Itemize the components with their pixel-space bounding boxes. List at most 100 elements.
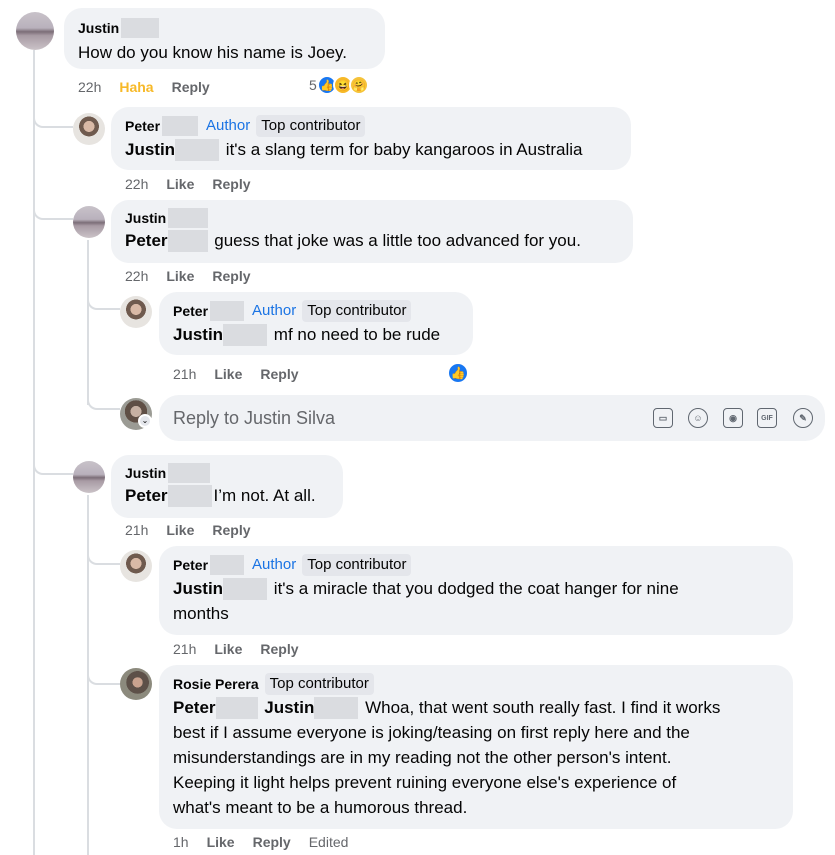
timestamp[interactable]: 22h [78, 79, 101, 95]
redacted-name [223, 577, 268, 600]
edited-label: Edited [308, 834, 349, 850]
avatar[interactable] [16, 12, 54, 50]
redacted-name [223, 323, 268, 346]
avatar[interactable] [120, 668, 152, 700]
comment-actions: 22h Like Reply [125, 176, 269, 192]
avatar[interactable] [120, 296, 152, 328]
comment-text: Peter Justin Whoa, that went south reall… [173, 695, 779, 720]
comment-text-line: best if I assume everyone is joking/teas… [173, 723, 690, 742]
avatar[interactable] [120, 550, 152, 582]
mention-link[interactable]: Justin [264, 695, 360, 720]
reply-button[interactable]: Reply [260, 641, 298, 657]
reply-button[interactable]: Reply [212, 522, 250, 538]
thread-branch [33, 195, 73, 220]
comment-text-line: Keeping it light helps prevent ruining e… [173, 773, 677, 792]
author-badge: Author [252, 302, 297, 319]
mention-link[interactable]: Justin [173, 576, 269, 601]
commenter-name[interactable]: Peter [125, 117, 160, 135]
comment-text-line: misunderstandings are in my reading not … [173, 748, 672, 767]
thread-branch [33, 105, 73, 128]
reply-button[interactable]: Reply [253, 834, 291, 850]
comment-bubble: Peter Author Top contributor Justin mf n… [159, 292, 473, 355]
like-button[interactable]: Like [166, 268, 194, 284]
timestamp[interactable]: 21h [125, 522, 148, 538]
reaction-count: 5 [309, 77, 317, 93]
mention-link[interactable]: Peter [125, 228, 210, 253]
avatar[interactable] [73, 461, 105, 493]
emoji-icon[interactable]: ☺ [688, 408, 708, 428]
thread-branch [87, 385, 120, 410]
thread-branch [87, 660, 120, 685]
author-badge: Author [206, 117, 251, 134]
sticker-face-icon[interactable]: ✎ [793, 408, 813, 428]
redacted-name [210, 555, 245, 575]
top-contributor-badge: Top contributor [302, 554, 412, 576]
thread-branch [87, 285, 120, 310]
redacted-name [175, 138, 220, 161]
like-button[interactable]: Like [207, 834, 235, 850]
commenter-name[interactable]: Peter [173, 556, 208, 574]
timestamp[interactable]: 1h [173, 834, 189, 850]
thread-branch [33, 450, 73, 475]
comment-text-line: months [173, 604, 229, 623]
reply-composer: ▭ ☺ ◉ GIF ✎ [159, 395, 825, 441]
like-button[interactable]: Like [214, 641, 242, 657]
mention-link[interactable]: Justin [125, 137, 221, 162]
avatar[interactable] [73, 206, 105, 238]
redacted-name [167, 484, 212, 507]
redacted-name [314, 696, 359, 719]
comment-actions: 22h Haha Reply [78, 79, 228, 95]
top-contributor-badge: Top contributor [256, 115, 366, 137]
comment-bubble: Justin Peter I’m not. At all. [111, 455, 343, 518]
redacted-name [167, 229, 208, 252]
thread-line [87, 240, 89, 405]
commenter-name[interactable]: Justin [78, 19, 119, 37]
comment-actions: 21h Like Reply [173, 641, 317, 657]
camera-icon[interactable]: ◉ [723, 408, 743, 428]
commenter-name[interactable]: Justin [125, 209, 166, 227]
redacted-name [210, 301, 245, 321]
mention-link[interactable]: Peter [173, 695, 260, 720]
reply-button[interactable]: Reply [172, 79, 210, 95]
timestamp[interactable]: 21h [173, 641, 196, 657]
comment-actions: 1h Like Reply Edited [173, 834, 366, 850]
comment-bubble: Justin Peter guess that joke was a littl… [111, 200, 633, 263]
timestamp[interactable]: 22h [125, 176, 148, 192]
like-button[interactable]: Like [166, 176, 194, 192]
gif-icon[interactable]: GIF [757, 408, 777, 428]
redacted-name [168, 463, 211, 483]
commenter-name[interactable]: Justin [125, 464, 166, 482]
comment-text: Justin mf no need to be rude [173, 322, 459, 347]
redacted-name [121, 18, 160, 38]
comment-text: Justin it's a slang term for baby kangar… [125, 137, 617, 162]
author-badge: Author [252, 556, 297, 573]
redacted-name [168, 208, 209, 228]
care-icon: 🤗 [348, 75, 369, 95]
commenter-name[interactable]: Peter [173, 302, 208, 320]
avatar[interactable] [73, 113, 105, 145]
comment-actions: 22h Like Reply [125, 268, 269, 284]
comment-text: Justin it's a miracle that you dodged th… [173, 576, 779, 601]
comment-text-line: what's meant to be a humorous thread. [173, 798, 468, 817]
haha-reaction-button[interactable]: Haha [119, 79, 153, 95]
timestamp[interactable]: 22h [125, 268, 148, 284]
sticker-icon[interactable]: ▭ [653, 408, 673, 428]
reply-button[interactable]: Reply [260, 366, 298, 382]
like-icon[interactable]: 👍 [447, 362, 469, 384]
timestamp[interactable]: 21h [173, 366, 196, 382]
chevron-down-icon[interactable]: ⌄ [138, 414, 152, 428]
top-contributor-badge: Top contributor [302, 300, 412, 322]
like-button[interactable]: Like [166, 522, 194, 538]
reply-button[interactable]: Reply [212, 268, 250, 284]
comment-text: Peter guess that joke was a little too a… [125, 228, 619, 253]
reply-button[interactable]: Reply [212, 176, 250, 192]
commenter-name[interactable]: Rosie Perera [173, 675, 259, 693]
top-contributor-badge: Top contributor [264, 673, 374, 695]
like-button[interactable]: Like [214, 366, 242, 382]
reaction-summary[interactable]: 5 👍 😆 🤗 [309, 75, 369, 95]
thread-branch [87, 540, 120, 565]
comment-bubble: Peter Author Top contributor Justin it's… [111, 107, 631, 170]
mention-link[interactable]: Justin [173, 322, 269, 347]
mention-link[interactable]: Peter [125, 483, 214, 508]
reply-input[interactable] [173, 407, 613, 429]
